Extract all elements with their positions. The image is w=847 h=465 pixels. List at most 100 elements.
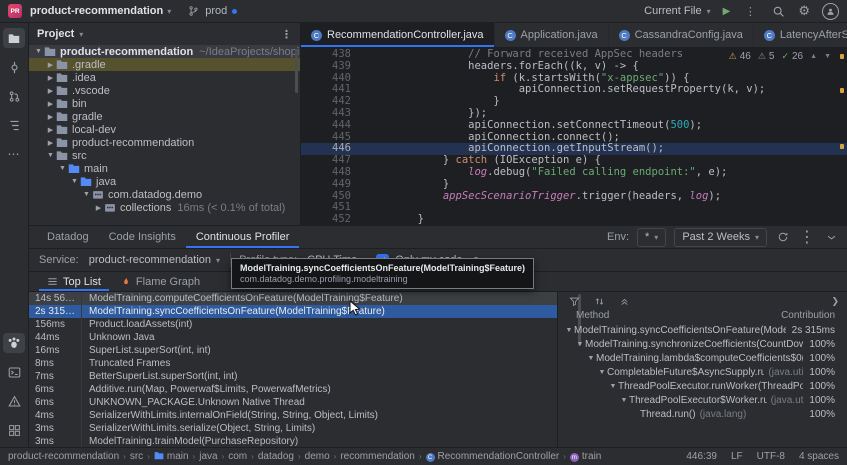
code-line[interactable]: 447 } catch (IOException e) { <box>301 154 847 167</box>
call-tree-row[interactable]: ▼ ModelTraining.lambda$computeCoefficient… <box>558 351 847 365</box>
analysis-mark[interactable] <box>840 88 844 93</box>
call-tree-row[interactable]: ▼ ThreadPoolExecutor$Worker.run() (java.ut… <box>558 393 847 407</box>
contribution-column-header[interactable]: Contribution <box>781 310 835 321</box>
chevron-right-icon[interactable]: ▶ <box>45 139 56 147</box>
breadcrumb-item[interactable]: com <box>228 451 247 462</box>
commit-icon[interactable] <box>3 57 25 77</box>
editor-tab[interactable]: C LatencyAfterStartupFilter.java <box>754 23 847 47</box>
profile-method-row[interactable]: 16ms SuperList.superSort(int, int) <box>29 344 557 357</box>
indent-style[interactable]: 4 spaces <box>799 451 839 462</box>
project-tree-item[interactable]: ▼ main <box>29 162 300 175</box>
view-tab-flame-graph[interactable]: Flame Graph <box>113 272 208 291</box>
project-tree-item[interactable]: ▶ bin <box>29 97 300 110</box>
run-configuration-selector[interactable]: Current File ▾ <box>644 5 710 17</box>
code-line[interactable]: 450 appSecScenarioTrigger.trigger(header… <box>301 190 847 203</box>
analysis-mark[interactable] <box>840 144 844 149</box>
breadcrumb-item[interactable]: recommendation <box>340 451 414 462</box>
call-tree-row[interactable]: ▼ ModelTraining.syncCoefficientsOnFeature… <box>558 323 847 337</box>
breadcrumb-item[interactable]: main <box>154 451 189 463</box>
code-line[interactable]: 440 if (k.startsWith("x-appsec")) { <box>301 72 847 85</box>
profile-method-row[interactable]: 156ms Product.loadAssets(int) <box>29 318 557 331</box>
chevron-down-icon[interactable]: ▼ <box>608 383 618 390</box>
tool-window-tab-continuous-profiler[interactable]: Continuous Profiler <box>186 226 300 248</box>
chevron-right-icon[interactable]: ❯ <box>831 296 839 307</box>
problems-icon[interactable] <box>3 391 25 411</box>
code-line[interactable]: 444 apiConnection.setConnectTimeout(500)… <box>301 119 847 132</box>
call-tree-row[interactable]: ▼ ModelTraining.synchronizeCoefficients(C… <box>558 337 847 351</box>
project-tree-item[interactable]: ▼ product-recommendation ~/IdeaProjects/sh… <box>29 45 300 58</box>
call-tree-row[interactable]: Thread.run() (java.lang) 100% <box>558 407 847 421</box>
project-tree-item[interactable]: ▶ gradle <box>29 110 300 123</box>
editor-tab[interactable]: C Application.java <box>495 23 609 47</box>
project-tree-item[interactable]: ▼ com.datadog.demo <box>29 188 300 201</box>
chevron-down-icon[interactable]: ▼ <box>33 48 44 55</box>
chevron-right-icon[interactable]: ▶ <box>45 74 56 82</box>
chevron-right-icon[interactable]: ▶ <box>93 204 104 212</box>
code-line[interactable]: 441 apiConnection.setRequestProperty(k, … <box>301 84 847 96</box>
next-problem-icon[interactable]: ▼ <box>824 53 831 60</box>
settings-gear-icon[interactable]: ⚙ <box>798 3 810 19</box>
file-encoding[interactable]: UTF-8 <box>757 451 785 462</box>
code-line[interactable]: 443 }); <box>301 107 847 120</box>
project-tree-item[interactable]: ▼ java <box>29 175 300 188</box>
chevron-down-icon[interactable]: ▼ <box>564 327 574 334</box>
editor-tab[interactable]: C CassandraConfig.java <box>609 23 754 47</box>
analysis-mark[interactable] <box>840 54 844 59</box>
code-line[interactable]: 445 apiConnection.connect(); <box>301 131 847 144</box>
profile-method-row[interactable]: 3ms SerializerWithLimits.serialize(Object… <box>29 422 557 435</box>
datadog-icon[interactable] <box>3 333 25 353</box>
code-line[interactable]: 448 log.debug("Failed calling endpoint:"… <box>301 166 847 179</box>
code-line[interactable]: 446 apiConnection.getInputStream(); <box>301 143 847 156</box>
profile-method-row[interactable]: 6ms UNKNOWN_PACKAGE.Unknown Native Thread <box>29 396 557 409</box>
project-widget[interactable]: product-recommendation ▾ <box>30 5 171 17</box>
tool-window-tab-datadog[interactable]: Datadog <box>37 226 99 248</box>
code-editor[interactable]: 438 // Forward received AppSec headers 43… <box>301 48 847 226</box>
breadcrumb-item[interactable]: m train <box>569 451 601 463</box>
method-column-header[interactable]: Method <box>576 310 609 321</box>
line-number[interactable]: 449 <box>301 178 367 191</box>
line-number[interactable]: 444 <box>301 119 367 132</box>
profile-method-row[interactable]: 7ms BetterSuperList.superSort(int, int) <box>29 370 557 383</box>
code-line[interactable]: 451 <box>301 202 847 214</box>
caret-position[interactable]: 446:39 <box>686 451 717 462</box>
line-separator[interactable]: LF <box>731 451 743 462</box>
pull-requests-icon[interactable] <box>3 86 25 106</box>
project-tree-item[interactable]: ▶ .gradle <box>29 58 300 71</box>
search-icon[interactable] <box>770 3 786 19</box>
tool-window-options-icon[interactable]: ⋮ <box>799 229 815 246</box>
editor-tab[interactable]: C RecommendationController.java <box>301 23 495 47</box>
chevron-down-icon[interactable]: ▼ <box>619 397 629 404</box>
collapse-all-icon[interactable] <box>616 293 632 309</box>
breadcrumb-item[interactable]: src <box>130 451 143 462</box>
chevron-down-icon[interactable]: ▼ <box>69 178 80 185</box>
sort-icon[interactable] <box>591 293 607 309</box>
profile-method-row[interactable]: 44ms Unknown Java <box>29 331 557 344</box>
env-select[interactable]: * ▾ <box>637 227 667 247</box>
breadcrumb-item[interactable]: datadog <box>258 451 294 462</box>
call-tree-row[interactable]: ▼ ThreadPoolExecutor.runWorker(ThreadPool… <box>558 379 847 393</box>
terminal-icon[interactable] <box>3 362 25 382</box>
project-tree-item[interactable]: ▶ .idea <box>29 71 300 84</box>
chevron-right-icon[interactable]: ▶ <box>45 61 56 69</box>
project-panel-options-icon[interactable]: ⋮ <box>281 28 292 41</box>
more-tools-icon[interactable]: ⋯ <box>3 144 25 164</box>
breadcrumb-item[interactable]: C RecommendationController <box>425 451 559 463</box>
chevron-down-icon[interactable]: ▼ <box>57 165 68 172</box>
run-button[interactable]: ▶ <box>723 6 731 17</box>
chevron-down-icon[interactable]: ▼ <box>586 355 596 362</box>
code-line[interactable]: 439 headers.forEach((k, v) -> { <box>301 60 847 73</box>
profile-method-row[interactable]: 4ms SerializerWithLimits.internalOnField(… <box>29 409 557 422</box>
breadcrumb-item[interactable]: demo <box>305 451 330 462</box>
chevron-right-icon[interactable]: ▶ <box>45 87 56 95</box>
profile-method-row[interactable]: 8ms Truncated Frames <box>29 357 557 370</box>
chevron-right-icon[interactable]: ▶ <box>45 126 56 134</box>
project-icon[interactable] <box>3 28 25 48</box>
project-tree-item[interactable]: ▶ .vscode <box>29 84 300 97</box>
period-select[interactable]: Past 2 Weeks ▾ <box>674 227 767 247</box>
view-tab-top-list[interactable]: Top List <box>39 272 109 291</box>
code-line[interactable]: 442 } <box>301 95 847 108</box>
line-number[interactable]: 439 <box>301 60 367 73</box>
profile-method-row[interactable]: 14s 56… ModelTraining.computeCoefficients… <box>29 292 557 305</box>
filter-icon[interactable] <box>566 293 582 309</box>
hide-tool-window-icon[interactable] <box>823 229 839 245</box>
